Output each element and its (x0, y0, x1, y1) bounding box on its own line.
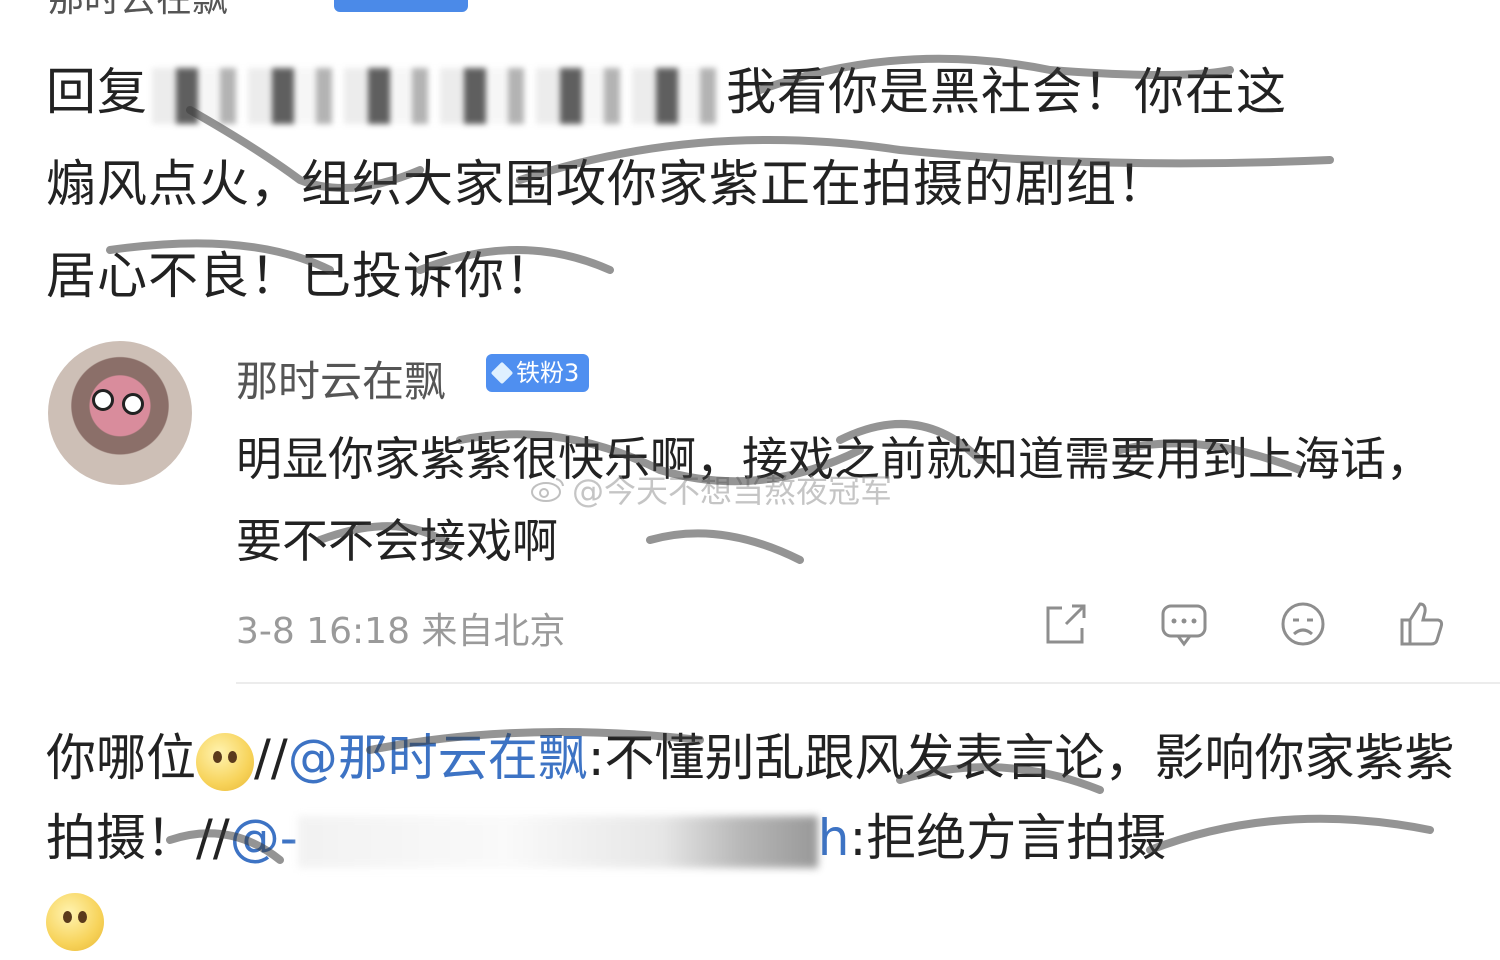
blurred-username (152, 67, 722, 124)
reply-prefix: 回复 (46, 63, 148, 121)
comment-meta: 3-8 16:18 来自北京 (236, 611, 566, 652)
repost-part-1: 你哪位 (46, 729, 196, 787)
diamond-icon (490, 361, 514, 385)
blurred-username-2 (297, 815, 818, 868)
watermark: @今天不想当熬夜冠军 (530, 466, 892, 512)
sad-face-icon[interactable] (1277, 598, 1329, 650)
thumbs-up-icon[interactable] (1396, 598, 1448, 650)
top-fan-badge (334, 0, 468, 12)
avatar[interactable] (48, 341, 192, 485)
repost-content: 你哪位//@那时云在飘:不懂别乱跟风发表言论，影响你家紫紫拍摄！//@- h:拒绝… (46, 718, 1466, 958)
mention-link-1[interactable]: @那时云在飘 (288, 729, 588, 787)
fan-badge-label: 铁粉3 (516, 359, 580, 387)
avatar-eye-right (122, 393, 144, 415)
avatar-eye-left (92, 389, 114, 411)
fan-badge[interactable]: 铁粉3 (486, 354, 590, 392)
repost-separator-2: // (196, 809, 230, 867)
top-username[interactable]: 那时云在飘 (48, 0, 228, 22)
share-icon[interactable] (1040, 598, 1092, 650)
repost-separator-1: // (254, 729, 288, 787)
reply-content: 回复 我看你是黑社会！你在这 煽风点火，组织大家围攻你家紫正在拍摄的剧组！ 居心不… (46, 46, 1466, 322)
weibo-logo-icon (531, 478, 564, 502)
mention-link-2-start[interactable]: @- (230, 809, 298, 867)
mention-link-2-end[interactable]: h (818, 809, 850, 867)
watermark-text: @今天不想当熬夜冠军 (572, 472, 893, 510)
repost-text-2: :拒绝方言拍摄 (849, 809, 1167, 867)
divider (236, 682, 1500, 684)
reply-line-3: 居心不良！已投诉你！ (46, 247, 556, 305)
confused-emoji-icon (196, 732, 254, 791)
comment-username[interactable]: 那时云在飘 (236, 348, 446, 409)
comment-icon[interactable] (1158, 598, 1210, 650)
reply-line-1: 我看你是黑社会！你在这 (726, 63, 1287, 121)
reply-line-2: 煽风点火，组织大家围攻你家紫正在拍摄的剧组！ (46, 155, 1168, 213)
thinking-emoji-icon (46, 892, 104, 951)
